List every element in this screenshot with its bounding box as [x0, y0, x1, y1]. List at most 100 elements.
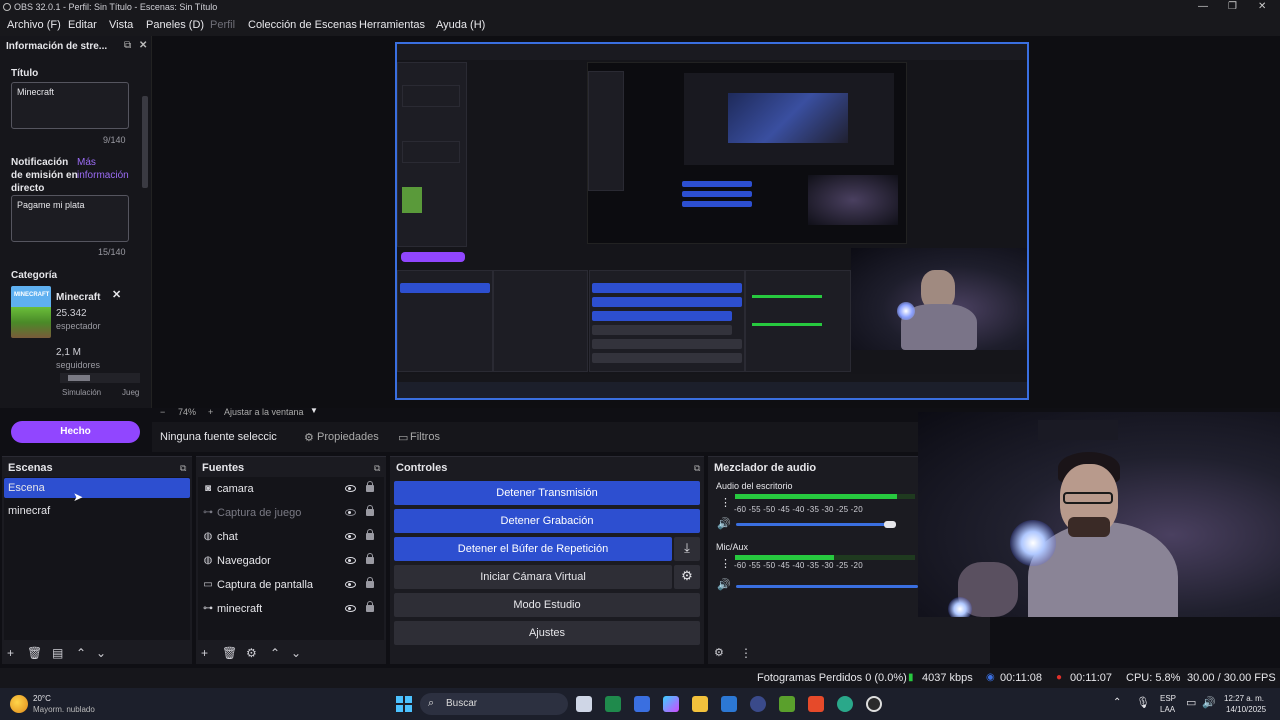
microphone-icon[interactable]: 🎙 [1136, 696, 1150, 709]
done-button[interactable]: Hecho [11, 421, 140, 443]
menu-archivo[interactable]: Archivo (F) [7, 19, 61, 31]
visibility-eye-icon[interactable] [345, 557, 356, 564]
scene-item[interactable]: minecraf [4, 501, 190, 521]
fit-to-window[interactable]: Ajustar a la ventana [224, 407, 304, 417]
lock-icon[interactable] [366, 577, 374, 588]
file-explorer-icon[interactable] [692, 696, 708, 712]
source-row-captura-juego[interactable]: ⊶ Captura de juego [200, 503, 380, 523]
weather-desc[interactable]: Mayorm. nublado [33, 705, 95, 714]
stop-recording-button[interactable]: Detener Grabación [394, 509, 700, 533]
stop-stream-button[interactable]: Detener Transmisión [394, 481, 700, 505]
move-up-icon[interactable]: ⌃ [76, 646, 86, 660]
network-icon[interactable]: ▭ [1186, 696, 1196, 709]
move-down-icon[interactable]: ⌄ [291, 646, 301, 660]
language-2[interactable]: LAA [1160, 705, 1175, 714]
gear-icon[interactable]: ⚙ [246, 646, 257, 660]
scrollbar[interactable] [142, 96, 148, 188]
scene-item[interactable]: Escena [4, 478, 190, 498]
close-window-icon[interactable]: ✕ [1258, 1, 1266, 12]
menu-vista[interactable]: Vista [109, 19, 133, 31]
add-scene-icon[interactable]: + [7, 646, 14, 660]
visibility-eye-icon[interactable] [345, 485, 356, 492]
taskbar-search[interactable]: ⌕ Buscar [420, 693, 568, 715]
trash-icon[interactable]: 🗑 [222, 646, 237, 660]
properties-button[interactable]: Propiedades [317, 431, 379, 443]
start-virtual-camera-button[interactable]: Iniciar Cámara Virtual [394, 565, 672, 589]
speaker-icon[interactable]: 🔊 [717, 517, 731, 530]
settings-button[interactable]: Ajustes [394, 621, 700, 645]
brave-icon[interactable] [808, 696, 824, 712]
language-1[interactable]: ESP [1160, 694, 1176, 703]
speaker-icon[interactable]: 🔊 [717, 578, 731, 591]
lock-icon[interactable] [366, 601, 374, 612]
hidden-eye-icon[interactable] [345, 509, 356, 516]
tag-games[interactable]: Jueg [122, 388, 139, 397]
menu-editar[interactable]: Editar [68, 19, 97, 31]
lock-icon[interactable] [366, 505, 374, 516]
source-row-minecraft[interactable]: ⊶ minecraft [200, 599, 380, 619]
float-dock-icon[interactable]: ⧉ [694, 463, 700, 474]
close-dock-icon[interactable]: ✕ [139, 40, 147, 51]
tag-simulation[interactable]: Simulación [62, 388, 101, 397]
task-view-icon[interactable] [576, 696, 592, 712]
volume-slider-knob[interactable] [884, 521, 896, 528]
excel-icon[interactable] [605, 696, 621, 712]
stop-replay-buffer-button[interactable]: Detener el Búfer de Repetición [394, 537, 672, 561]
more-options-icon[interactable]: ⋮ [720, 557, 731, 570]
title-field[interactable]: Minecraft [11, 82, 129, 129]
chevron-up-icon[interactable]: ⌃ [1113, 697, 1121, 708]
gear-icon[interactable]: ⚙ [714, 646, 724, 659]
menu-perfil[interactable]: Perfil [210, 19, 235, 31]
trash-icon[interactable]: 🗑 [27, 646, 42, 660]
calculator-icon[interactable] [634, 696, 650, 712]
volume-slider[interactable] [736, 585, 918, 588]
float-dock-icon[interactable]: ⧉ [124, 40, 131, 51]
menu-ayuda[interactable]: Ayuda (H) [436, 19, 485, 31]
visibility-eye-icon[interactable] [345, 533, 356, 540]
source-row-navegador[interactable]: ◍ Navegador [200, 551, 380, 571]
filter-icon[interactable]: ▤ [52, 646, 63, 660]
add-source-icon[interactable]: + [201, 646, 208, 660]
clock-date[interactable]: 14/10/2025 [1226, 705, 1266, 714]
preview-canvas[interactable] [395, 42, 1029, 400]
visibility-eye-icon[interactable] [345, 581, 356, 588]
app-icon[interactable] [837, 696, 853, 712]
zoom-out-button[interactable]: − [160, 407, 165, 417]
move-down-icon[interactable]: ⌄ [96, 646, 106, 660]
filter-icon[interactable]: ▭ [398, 431, 408, 444]
volume-slider[interactable] [736, 523, 891, 526]
more-info-link[interactable]: Más [77, 157, 96, 168]
lock-icon[interactable] [366, 481, 374, 492]
float-dock-icon[interactable]: ⧉ [180, 463, 186, 474]
obs-icon[interactable] [866, 696, 882, 712]
weather-temp[interactable]: 20°C [33, 694, 51, 703]
notification-field[interactable]: Pagame mi plata [11, 195, 129, 242]
gear-icon[interactable]: ⚙ [304, 431, 314, 444]
minecraft-icon[interactable] [779, 696, 795, 712]
copilot-icon[interactable] [663, 696, 679, 712]
volume-icon[interactable]: 🔊 [1202, 696, 1216, 709]
weather-icon[interactable] [10, 695, 28, 713]
clock-time[interactable]: 12:27 a. m. [1224, 694, 1264, 703]
source-row-captura-pantalla[interactable]: ▭ Captura de pantalla [200, 575, 380, 595]
windows-start-icon[interactable] [396, 696, 412, 712]
gear-icon[interactable]: ⚙ [674, 565, 700, 589]
more-options-icon[interactable]: ⋮ [740, 646, 752, 660]
fit-dropdown-icon[interactable]: ▼ [310, 406, 318, 415]
menu-paneles[interactable]: Paneles (D) [146, 19, 204, 31]
more-info-link-2[interactable]: información [77, 170, 129, 181]
studio-mode-button[interactable]: Modo Estudio [394, 593, 700, 617]
zoom-in-button[interactable]: + [208, 407, 213, 417]
horizontal-scrollbar[interactable] [60, 373, 140, 383]
menu-coleccion[interactable]: Colección de Escenas [248, 19, 357, 31]
maximize-icon[interactable]: ❐ [1228, 1, 1237, 12]
app-icon[interactable] [750, 696, 766, 712]
lock-icon[interactable] [366, 529, 374, 540]
source-row-camara[interactable]: ◙ camara [200, 479, 380, 499]
more-options-icon[interactable]: ⋮ [720, 496, 731, 509]
lock-icon[interactable] [366, 553, 374, 564]
visibility-eye-icon[interactable] [345, 605, 356, 612]
filters-button[interactable]: Filtros [410, 431, 440, 443]
menu-herramientas[interactable]: Herramientas [359, 19, 425, 31]
move-up-icon[interactable]: ⌃ [270, 646, 280, 660]
